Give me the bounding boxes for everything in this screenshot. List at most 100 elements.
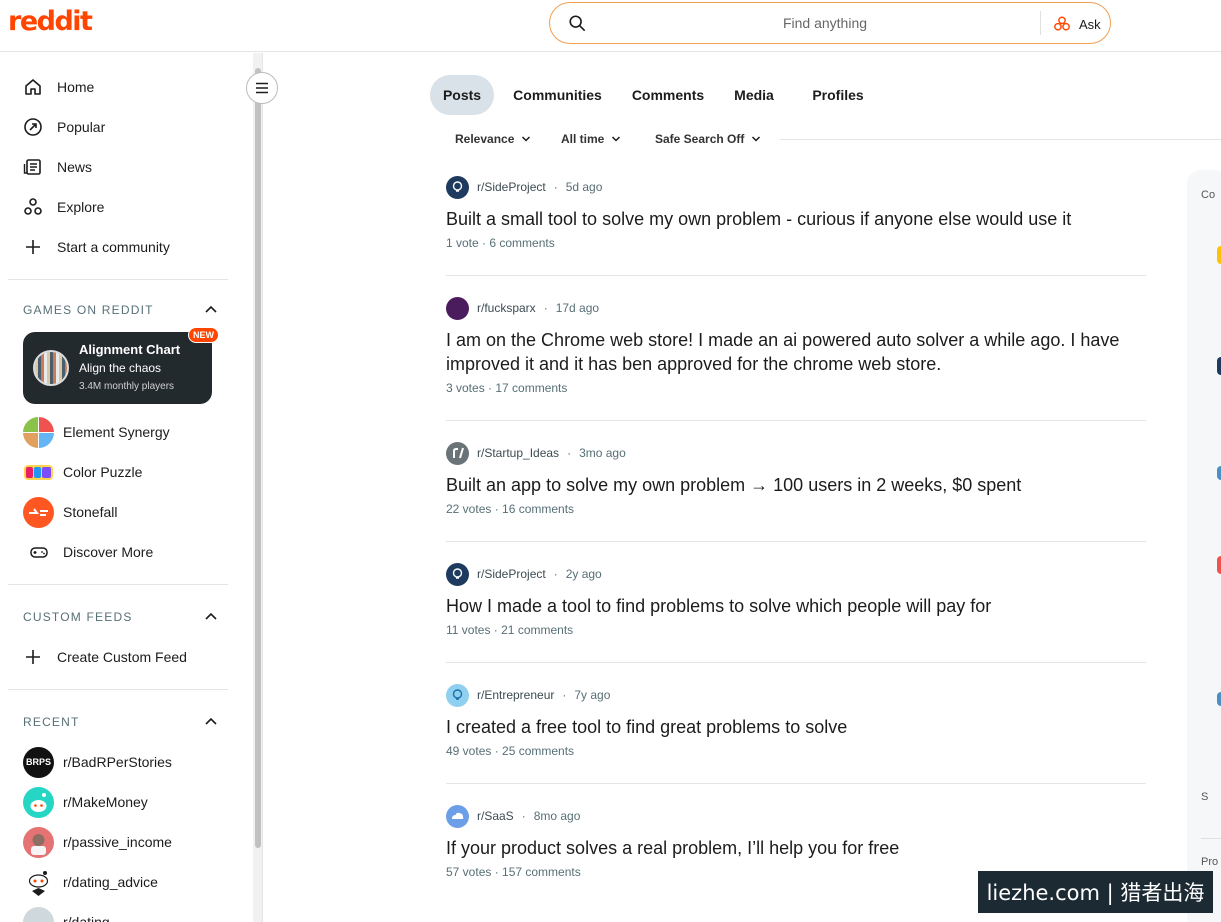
filter-relevance[interactable]: Relevance (455, 128, 531, 150)
tab-posts[interactable]: Posts (430, 75, 494, 115)
home-icon (23, 77, 43, 97)
nav-explore[interactable]: Explore (23, 189, 104, 225)
custom-feeds-heading: CUSTOM FEEDS (23, 610, 133, 624)
sidebar-border (262, 53, 263, 922)
post-divider (446, 275, 1146, 276)
game-element-synergy[interactable]: Element Synergy (23, 414, 170, 450)
search-result-post[interactable]: r/Entrepreneur · 7y ago I created a free… (446, 683, 1146, 758)
post-subreddit[interactable]: r/SideProject (477, 567, 546, 581)
post-age: 3mo ago (579, 446, 626, 460)
right-panel-label-bottom: Pro (1201, 856, 1219, 868)
filter-label: All time (561, 132, 605, 146)
nav-start-community-label: Start a community (57, 239, 170, 255)
community-avatar[interactable] (1217, 466, 1221, 480)
reddit-logo[interactable]: reddit (8, 6, 93, 37)
post-subreddit[interactable]: r/SaaS (477, 809, 514, 823)
right-panel (1187, 170, 1221, 922)
nav-home[interactable]: Home (23, 69, 94, 105)
search-result-post[interactable]: r/SideProject · 2y ago How I made a tool… (446, 562, 1146, 637)
post-subreddit[interactable]: r/SideProject (477, 180, 546, 194)
featured-game-title: Alignment Chart (79, 342, 181, 357)
tab-media[interactable]: Media (724, 75, 784, 115)
post-subreddit[interactable]: r/Entrepreneur (477, 688, 554, 702)
post-stats: 3 votes · 17 comments (446, 381, 568, 395)
meta-separator-dot: · (553, 180, 558, 194)
filter-divider (780, 139, 1221, 140)
featured-game-card[interactable]: Alignment Chart Align the chaos 3.4M mon… (23, 327, 219, 404)
recent-item[interactable]: r/passive_income (23, 824, 172, 860)
lightbulb-icon (446, 562, 469, 586)
lightbulb-icon (446, 175, 469, 199)
post-age: 5d ago (565, 180, 603, 194)
tab-communities[interactable]: Communities (505, 75, 610, 115)
recent-item[interactable]: r/dating_advice (23, 864, 158, 900)
post-age: 7y ago (574, 688, 611, 702)
new-badge: NEW (188, 327, 219, 343)
subreddit-default-icon (446, 441, 469, 465)
meta-separator-dot: · (562, 688, 567, 702)
post-title[interactable]: Built an app to solve my own problem → 1… (446, 473, 1146, 497)
search-icon (569, 15, 586, 32)
tab-label: Comments (631, 87, 705, 103)
game-label: Stonefall (63, 504, 118, 520)
community-avatar[interactable] (1217, 692, 1221, 706)
recent-item-label: r/passive_income (63, 834, 172, 850)
game-label: Discover More (63, 544, 154, 560)
game-stonefall[interactable]: Stonefall (23, 494, 117, 530)
nav-popular[interactable]: Popular (23, 109, 105, 145)
recent-section-header[interactable]: RECENT (23, 712, 218, 732)
search-result-post[interactable]: r/Startup_Ideas · 3mo ago Built an app t… (446, 441, 1146, 516)
nav-popular-label: Popular (57, 119, 106, 135)
community-avatar[interactable] (1217, 246, 1221, 264)
sidebar-scrollbar-thumb[interactable] (255, 68, 261, 848)
subreddit-avatar (446, 296, 469, 320)
search-bar[interactable]: Ask (549, 2, 1111, 44)
custom-feeds-section-header[interactable]: CUSTOM FEEDS (23, 607, 218, 627)
sidebar-divider (8, 584, 228, 585)
create-custom-feed-label: Create Custom Feed (57, 649, 187, 665)
post-stats: 1 vote · 6 comments (446, 236, 555, 250)
search-result-post[interactable]: r/fucksparx · 17d ago I am on the Chrome… (446, 296, 1146, 395)
game-thumbnail (33, 350, 69, 386)
filter-label: Safe Search Off (655, 132, 745, 146)
ask-button[interactable]: Ask (1045, 10, 1109, 38)
recent-item[interactable]: BRPS r/BadRPerStories (23, 744, 172, 780)
filter-safe-search[interactable]: Safe Search Off (655, 128, 761, 150)
post-subreddit[interactable]: r/fucksparx (477, 301, 536, 315)
search-input[interactable] (600, 12, 1050, 34)
recent-heading: RECENT (23, 715, 80, 729)
post-title[interactable]: I created a free tool to find great prob… (446, 715, 1146, 739)
post-title[interactable]: I am on the Chrome web store! I made an … (446, 328, 1146, 376)
games-heading: GAMES ON REDDIT (23, 303, 154, 317)
nav-start-community[interactable]: Start a community (23, 229, 170, 265)
chevron-up-icon (205, 612, 217, 620)
recent-item[interactable]: r/dating (23, 904, 110, 922)
filter-time[interactable]: All time (561, 128, 621, 150)
create-custom-feed[interactable]: Create Custom Feed (23, 639, 187, 675)
game-discover-more[interactable]: Discover More (23, 534, 153, 570)
game-color-puzzle[interactable]: Color Puzzle (23, 454, 142, 490)
search-result-post[interactable]: r/SideProject · 5d ago Built a small too… (446, 175, 1146, 250)
post-divider (446, 783, 1146, 784)
tab-profiles[interactable]: Profiles (803, 75, 873, 115)
community-avatar[interactable] (1217, 357, 1221, 375)
plus-icon (23, 647, 43, 667)
snoo-avatar-icon (23, 786, 54, 818)
games-section-header[interactable]: GAMES ON REDDIT (23, 300, 218, 320)
recent-item[interactable]: r/MakeMoney (23, 784, 148, 820)
meta-separator-dot: · (553, 567, 558, 581)
post-title[interactable]: How I made a tool to find problems to so… (446, 594, 1146, 618)
community-avatar[interactable] (1217, 556, 1221, 574)
tab-comments[interactable]: Comments (623, 75, 713, 115)
post-title[interactable]: If your product solves a real problem, I… (446, 836, 1146, 860)
post-subreddit[interactable]: r/Startup_Ideas (477, 446, 559, 460)
search-result-post[interactable]: r/SaaS · 8mo ago If your product solves … (446, 804, 1146, 879)
nav-news[interactable]: News (23, 149, 92, 185)
post-age: 17d ago (555, 301, 600, 315)
watermark: liezhe.com | 猎者出海 (978, 871, 1213, 913)
collapse-sidebar-button[interactable] (246, 72, 278, 104)
game-label: Element Synergy (63, 424, 170, 440)
nav-home-label: Home (57, 79, 95, 95)
post-title[interactable]: Built a small tool to solve my own probl… (446, 207, 1146, 231)
nav-explore-label: Explore (57, 199, 105, 215)
